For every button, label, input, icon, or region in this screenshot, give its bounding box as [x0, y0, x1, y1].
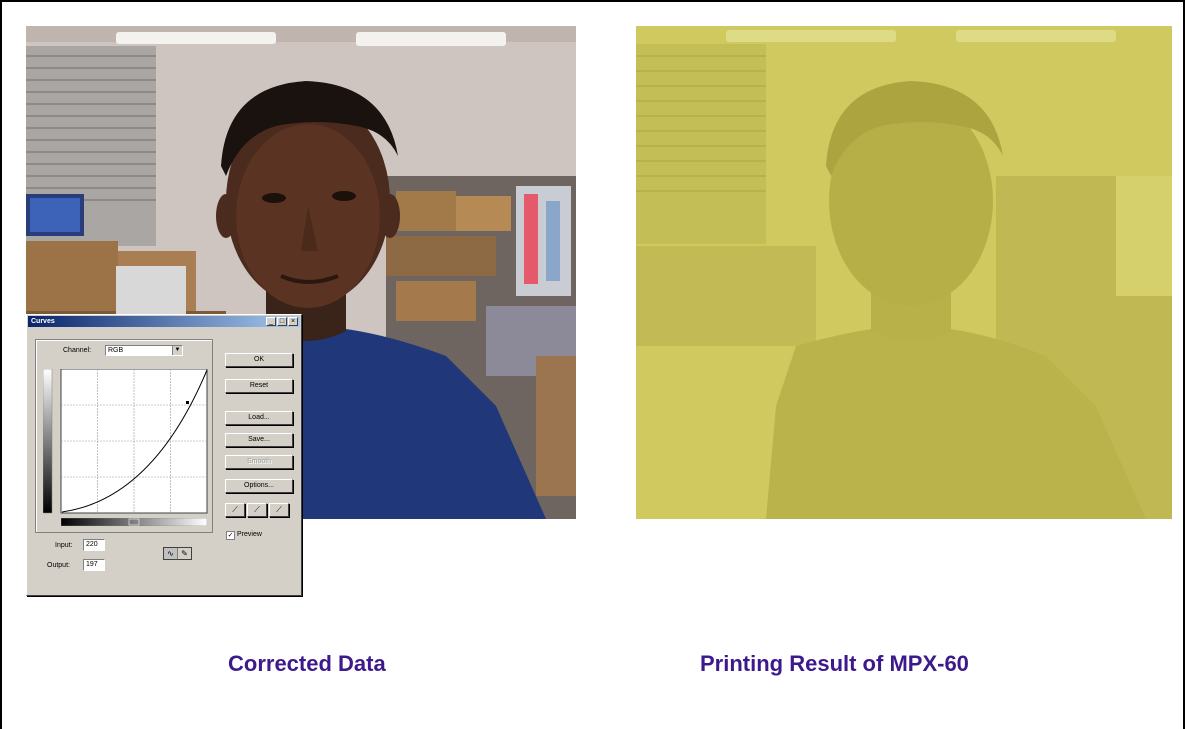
curve-tools: ∿ ✎ [163, 547, 192, 560]
output-label: Output: [47, 562, 70, 569]
load-button[interactable]: Load... [225, 411, 293, 425]
preview-label: Preview [237, 531, 262, 538]
white-eyedropper-icon[interactable]: ⟋ [269, 503, 289, 517]
caption-printing-result: Printing Result of MPX-60 [700, 651, 969, 676]
pencil-tool-icon[interactable]: ✎ [177, 548, 191, 559]
close-button[interactable]: × [288, 317, 298, 326]
output-field[interactable]: 197 [83, 559, 105, 571]
maximize-button[interactable]: □ [277, 317, 287, 326]
input-label: Input: [55, 542, 73, 549]
eyedropper-group: ⟋ ⟋ ⟋ [225, 503, 289, 517]
curve-graph[interactable] [43, 369, 209, 519]
gray-eyedropper-icon[interactable]: ⟋ [247, 503, 267, 517]
input-field[interactable]: 220 [83, 539, 105, 551]
curves-dialog: Curves _ □ × Channel: RGB ▼ Input: 220 O… [26, 314, 302, 596]
save-button[interactable]: Save... [225, 433, 293, 447]
minimize-button[interactable]: _ [266, 317, 276, 326]
options-button[interactable]: Options... [225, 479, 293, 493]
reset-button[interactable]: Reset [225, 379, 293, 393]
dialog-title: Curves [31, 318, 55, 325]
chevron-down-icon: ▼ [172, 346, 182, 355]
caption-corrected-data: Corrected Data [228, 651, 386, 676]
black-eyedropper-icon[interactable]: ⟋ [225, 503, 245, 517]
dialog-titlebar: Curves _ □ × [28, 316, 300, 327]
ok-button[interactable]: OK [225, 353, 293, 367]
channel-select[interactable]: RGB ▼ [105, 345, 183, 356]
curve-tool-icon[interactable]: ∿ [164, 548, 177, 559]
smooth-button[interactable]: Smooth [225, 455, 293, 469]
preview-checkbox[interactable]: ✓ [226, 531, 235, 540]
channel-label: Channel: [63, 347, 92, 354]
channel-value: RGB [108, 347, 124, 354]
printing-result-photo [636, 26, 1172, 519]
input-gradient-bar[interactable] [61, 518, 207, 526]
